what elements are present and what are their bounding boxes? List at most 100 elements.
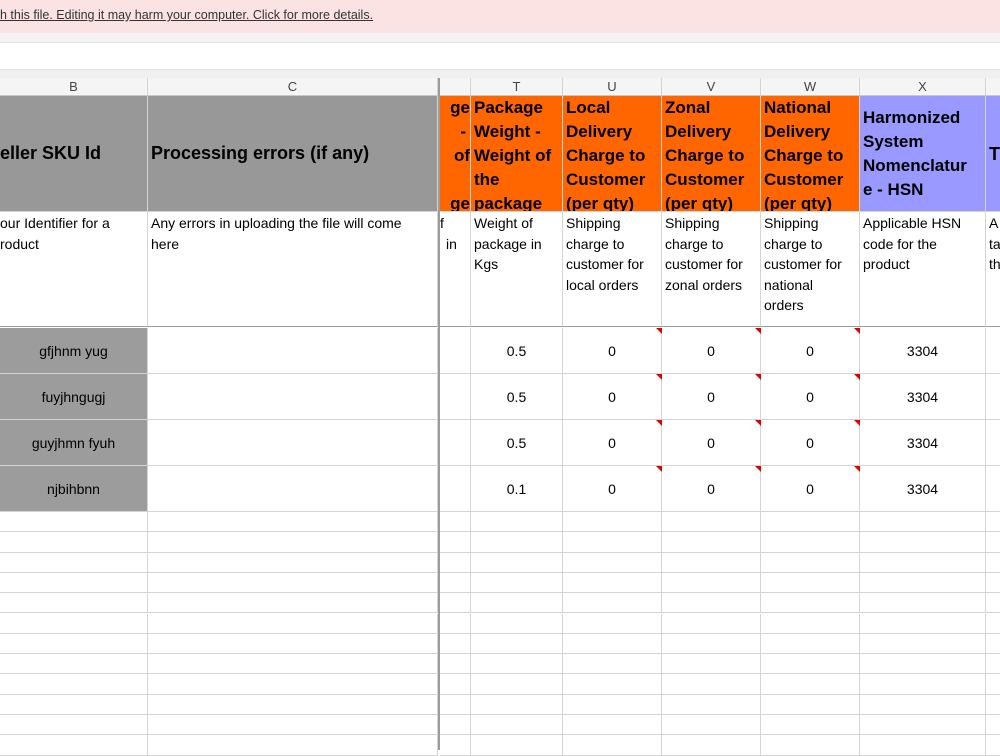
empty-cell[interactable]	[0, 735, 148, 756]
empty-cell[interactable]	[761, 735, 860, 756]
cell-column-s[interactable]	[440, 374, 471, 420]
cell-column-s[interactable]	[440, 420, 471, 466]
description-column-s-partial[interactable]: f in	[440, 212, 471, 327]
empty-cell[interactable]	[662, 532, 761, 553]
empty-cell[interactable]	[0, 613, 148, 634]
empty-cell[interactable]	[860, 552, 986, 573]
empty-cell[interactable]	[662, 633, 761, 655]
cell-seller-sku[interactable]: fuyjhngugj	[0, 374, 148, 420]
cell-column-y[interactable]	[986, 466, 1000, 512]
empty-cell[interactable]	[860, 715, 986, 736]
header-seller-sku-id[interactable]: eller SKU Id	[0, 96, 148, 212]
empty-cell[interactable]	[0, 512, 148, 533]
description-seller-sku[interactable]: our Identifier for a roduct	[0, 212, 148, 327]
empty-cell[interactable]	[563, 552, 662, 573]
empty-cell[interactable]	[860, 593, 986, 614]
cell-zonal-delivery-charge[interactable]: 0	[662, 374, 761, 420]
empty-cell[interactable]	[148, 552, 438, 573]
empty-cell[interactable]	[986, 695, 1000, 715]
empty-cell[interactable]	[761, 572, 860, 594]
cell-package-weight[interactable]: 0.1	[471, 466, 563, 512]
empty-cell[interactable]	[440, 654, 471, 675]
description-column-y-partial[interactable]: A ta th	[986, 212, 1000, 327]
cell-processing-errors[interactable]	[148, 328, 438, 374]
empty-cell[interactable]	[860, 654, 986, 675]
cell-local-delivery-charge[interactable]: 0	[563, 328, 662, 374]
cell-package-weight[interactable]: 0.5	[471, 420, 563, 466]
description-hsn[interactable]: Applicable HSN code for the product	[860, 212, 986, 327]
empty-cell[interactable]	[986, 674, 1000, 695]
empty-cell[interactable]	[471, 674, 563, 695]
header-national-delivery-charge[interactable]: National Delivery Charge to Customer (pe…	[761, 96, 860, 212]
empty-cell[interactable]	[471, 613, 563, 634]
empty-cell[interactable]	[986, 634, 1000, 655]
header-local-delivery-charge[interactable]: Local Delivery Charge to Customer (per q…	[563, 96, 662, 212]
empty-cell[interactable]	[0, 694, 148, 715]
empty-cell[interactable]	[440, 532, 471, 553]
empty-cell[interactable]	[662, 552, 761, 573]
empty-cell[interactable]	[986, 512, 1000, 533]
empty-cell[interactable]	[148, 593, 438, 614]
cell-package-weight[interactable]: 0.5	[471, 374, 563, 420]
cell-column-s[interactable]	[440, 466, 471, 512]
empty-cell[interactable]	[440, 593, 471, 614]
empty-cell[interactable]	[860, 512, 986, 533]
empty-cell[interactable]	[0, 532, 148, 553]
cell-processing-errors[interactable]	[148, 466, 438, 512]
empty-cell[interactable]	[860, 633, 986, 655]
empty-cell[interactable]	[440, 674, 471, 695]
empty-cell[interactable]	[471, 532, 563, 553]
empty-cell[interactable]	[662, 593, 761, 614]
empty-cell[interactable]	[761, 715, 860, 736]
empty-cell[interactable]	[563, 532, 662, 553]
empty-cell[interactable]	[0, 654, 148, 675]
empty-cell[interactable]	[860, 613, 986, 634]
empty-cell[interactable]	[761, 532, 860, 553]
empty-cell[interactable]	[662, 735, 761, 756]
empty-cell[interactable]	[986, 715, 1000, 736]
empty-cell[interactable]	[986, 553, 1000, 573]
empty-cell[interactable]	[662, 674, 761, 695]
cell-zonal-delivery-charge[interactable]: 0	[662, 466, 761, 512]
cell-seller-sku[interactable]: njbihbnn	[0, 466, 148, 512]
empty-cell[interactable]	[860, 735, 986, 756]
header-package-weight[interactable]: Package Weight - Weight of the package	[471, 96, 563, 212]
empty-cell[interactable]	[563, 512, 662, 533]
column-header-w[interactable]: W	[761, 78, 860, 96]
cell-column-y[interactable]	[986, 328, 1000, 374]
empty-cell[interactable]	[148, 654, 438, 675]
column-header-s[interactable]	[440, 78, 471, 96]
cell-processing-errors[interactable]	[148, 420, 438, 466]
empty-cell[interactable]	[440, 512, 471, 533]
empty-cell[interactable]	[761, 633, 860, 655]
empty-cell[interactable]	[860, 674, 986, 695]
column-header-v[interactable]: V	[662, 78, 761, 96]
empty-cell[interactable]	[0, 674, 148, 695]
empty-cell[interactable]	[471, 715, 563, 736]
empty-cell[interactable]	[563, 654, 662, 675]
empty-cell[interactable]	[662, 715, 761, 736]
description-package-weight[interactable]: Weight of package in Kgs	[471, 212, 563, 327]
empty-cell[interactable]	[471, 572, 563, 594]
cell-national-delivery-charge[interactable]: 0	[761, 374, 860, 420]
cell-seller-sku[interactable]: gfjhnm yug	[0, 328, 148, 374]
cell-seller-sku[interactable]: guyjhmn fyuh	[0, 420, 148, 466]
empty-cell[interactable]	[662, 694, 761, 715]
cell-national-delivery-charge[interactable]: 0	[761, 328, 860, 374]
cell-national-delivery-charge[interactable]: 0	[761, 466, 860, 512]
cell-local-delivery-charge[interactable]: 0	[563, 374, 662, 420]
empty-cell[interactable]	[148, 674, 438, 695]
empty-cell[interactable]	[148, 532, 438, 553]
empty-cell[interactable]	[440, 735, 471, 756]
empty-cell[interactable]	[986, 593, 1000, 614]
header-column-y-partial[interactable]: T	[986, 96, 1000, 212]
cell-package-weight[interactable]: 0.5	[471, 328, 563, 374]
protected-view-banner[interactable]: h this file. Editing it may harm your co…	[0, 0, 1000, 33]
empty-cell[interactable]	[986, 735, 1000, 756]
empty-cell[interactable]	[986, 654, 1000, 675]
empty-cell[interactable]	[662, 572, 761, 594]
empty-cell[interactable]	[148, 512, 438, 533]
empty-cell[interactable]	[148, 633, 438, 655]
empty-cell[interactable]	[761, 694, 860, 715]
cell-processing-errors[interactable]	[148, 374, 438, 420]
